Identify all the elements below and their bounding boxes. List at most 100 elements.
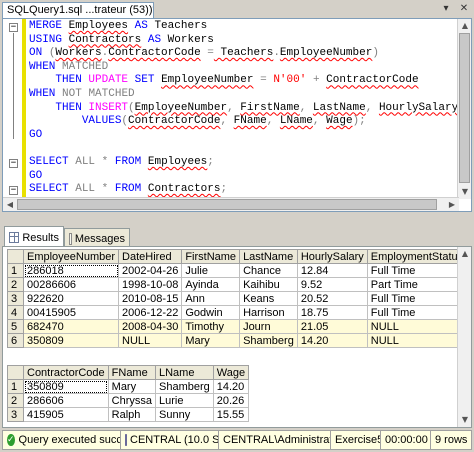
grid-cell[interactable]: Godwin <box>181 305 241 320</box>
code-line[interactable]: THEN INSERT(EmployeeNumber, FirstName, L… <box>29 102 458 116</box>
grid-cell[interactable]: Mary <box>107 379 157 394</box>
grid-cell[interactable]: 00286606 <box>22 277 120 292</box>
grid-cell[interactable]: 14.20 <box>212 379 250 394</box>
grid-cell[interactable]: Full Time <box>366 291 468 306</box>
grid-cell[interactable]: NULL <box>366 319 468 334</box>
grid-cell[interactable]: 20.52 <box>296 291 368 306</box>
code-line[interactable]: THEN UPDATE SET EmployeeNumber = N'00' +… <box>29 74 457 88</box>
contractors-result-grid[interactable]: ContractorCode FName LName Wage 1 350809 Mary S… <box>7 365 250 422</box>
code-line[interactable]: ​ <box>29 142 457 156</box>
column-header[interactable]: FName <box>107 365 157 380</box>
grid-cell[interactable]: Chance <box>239 263 298 278</box>
column-header[interactable]: ContractorCode <box>23 365 109 380</box>
grid-cell[interactable]: Ayinda <box>181 277 241 292</box>
collapse-select-employees-icon[interactable]: − <box>9 159 18 168</box>
table-row[interactable]: 5 682470 2008-04-30 Timothy Journ 21.05 NULL <box>7 319 468 334</box>
scroll-down-icon[interactable]: ▼ <box>458 413 471 427</box>
table-row[interactable]: 2 286606 Chryssa Lurie 20.26 <box>7 393 250 408</box>
editor-horizontal-scrollbar[interactable]: ◀ ▶ <box>3 197 459 211</box>
grid-cell[interactable]: Journ <box>239 319 298 334</box>
code-line[interactable]: SELECT ALL * FROM Employees; <box>29 156 457 170</box>
code-line[interactable]: USING Contractors AS Workers <box>29 34 457 48</box>
column-header[interactable]: Wage <box>212 365 250 380</box>
column-header[interactable]: DateHired <box>118 249 183 264</box>
table-row[interactable]: 1 350809 Mary Shamberg 14.20 <box>7 379 250 394</box>
code-line[interactable]: WHEN MATCHED <box>29 61 457 75</box>
scroll-right-icon[interactable]: ▶ <box>445 198 459 211</box>
grid-cell[interactable]: 922620 <box>22 291 120 306</box>
table-row[interactable]: 1 286018 2002-04-26 Julie Chance 12.84 Full Ti… <box>7 263 468 278</box>
code-line[interactable]: VALUES(ContractorCode, FName, LName, Wag… <box>29 115 457 129</box>
row-number[interactable]: 1 <box>7 379 24 394</box>
code-line[interactable]: SELECT ALL * FROM Contractors; <box>29 183 457 197</box>
scroll-up-icon[interactable]: ▲ <box>458 247 471 261</box>
grid-cell[interactable]: Shamberg <box>155 379 214 394</box>
row-number[interactable]: 2 <box>7 277 24 292</box>
grid-cell[interactable]: Kaihibu <box>239 277 298 292</box>
grid-cell[interactable]: Shamberg <box>239 333 298 348</box>
scroll-thumb[interactable] <box>17 199 437 210</box>
grid-cell[interactable]: Part Time <box>366 277 468 292</box>
row-number[interactable]: 3 <box>7 407 24 422</box>
grid-corner[interactable] <box>7 249 24 264</box>
grid-cell[interactable]: Full Time <box>366 305 468 320</box>
scroll-up-icon[interactable]: ▲ <box>458 19 471 33</box>
code-line[interactable]: GO <box>29 170 457 184</box>
row-number[interactable]: 4 <box>7 305 24 320</box>
grid-cell[interactable]: Harrison <box>239 305 298 320</box>
grid-cell[interactable]: Full Time <box>366 263 468 278</box>
grid-cell[interactable]: Ralph <box>107 407 157 422</box>
grid-cell[interactable]: 12.84 <box>296 263 368 278</box>
grid-cell[interactable]: 286606 <box>23 393 109 408</box>
grid-cell[interactable]: Ann <box>181 291 241 306</box>
pin-dropdown-icon[interactable]: ▾ <box>440 3 452 15</box>
grid-cell[interactable]: 20.26 <box>212 393 250 408</box>
column-header[interactable]: FirstName <box>181 249 241 264</box>
grid-cell[interactable]: Julie <box>181 263 241 278</box>
tab-results[interactable]: Results <box>4 226 64 246</box>
grid-cell[interactable]: 2006-12-22 <box>118 305 183 320</box>
column-header[interactable]: HourlySalary <box>296 249 368 264</box>
row-number[interactable]: 1 <box>7 263 24 278</box>
grid-cell[interactable]: Timothy <box>181 319 241 334</box>
sql-code[interactable]: MERGE Employees AS Teachers USING Contrac… <box>29 20 458 210</box>
collapse-select-contractors-icon[interactable]: − <box>9 186 18 195</box>
employees-result-grid[interactable]: EmployeeNumber DateHired FirstName LastName… <box>7 249 468 348</box>
grid-cell[interactable]: 286018 <box>22 263 120 278</box>
grid-cell[interactable]: NULL <box>118 333 183 348</box>
table-row[interactable]: 3 922620 2010-08-15 Ann Keans 20.52 Full Time <box>7 291 468 306</box>
grid-cell[interactable]: 15.55 <box>212 407 250 422</box>
grid-cell[interactable]: 350809 <box>23 379 109 394</box>
grid-cell[interactable]: 9.52 <box>296 277 368 292</box>
collapse-merge-icon[interactable]: − <box>9 23 18 32</box>
editor-vertical-scrollbar[interactable]: ▲ ▼ <box>457 19 471 199</box>
grid-cell[interactable]: 682470 <box>22 319 120 334</box>
grid-cell[interactable]: Sunny <box>155 407 214 422</box>
document-tab[interactable]: SQLQuery1.sql ...trateur (53))* <box>2 2 154 18</box>
grid-cell[interactable]: 350809 <box>22 333 120 348</box>
row-number[interactable]: 6 <box>7 333 24 348</box>
grid-corner[interactable] <box>7 365 24 380</box>
grid-cell[interactable]: 2010-08-15 <box>118 291 183 306</box>
table-row[interactable]: 6 350809 NULL Mary Shamberg 14.20 NULL <box>7 333 468 348</box>
row-number[interactable]: 3 <box>7 291 24 306</box>
query-editor[interactable]: − − − MERGE Employees AS Teachers USING C… <box>2 18 472 212</box>
column-header[interactable]: EmploymentStatus <box>366 249 468 264</box>
table-row[interactable]: 4 00415905 2006-12-22 Godwin Harrison 18.75 Fu… <box>7 305 468 320</box>
grid-cell[interactable]: 21.05 <box>296 319 368 334</box>
results-vertical-scrollbar[interactable]: ▲ ▼ <box>457 247 471 427</box>
code-line[interactable]: GO <box>29 129 457 143</box>
table-row[interactable]: 2 00286606 1998-10-08 Ayinda Kaihibu 9.52 Part… <box>7 277 468 292</box>
grid-cell[interactable]: 18.75 <box>296 305 368 320</box>
row-number[interactable]: 2 <box>7 393 24 408</box>
grid-cell[interactable]: NULL <box>366 333 468 348</box>
close-icon[interactable]: ✕ <box>458 3 470 15</box>
row-number[interactable]: 5 <box>7 319 24 334</box>
scroll-left-icon[interactable]: ◀ <box>3 198 17 211</box>
grid-cell[interactable]: 415905 <box>23 407 109 422</box>
grid-cell[interactable]: Chryssa <box>107 393 157 408</box>
scroll-down-icon[interactable]: ▼ <box>458 185 471 199</box>
column-header[interactable]: LastName <box>239 249 298 264</box>
grid-cell[interactable]: 00415905 <box>22 305 120 320</box>
code-line[interactable]: ON (Workers.ContractorCode = Teachers.Em… <box>29 47 457 61</box>
